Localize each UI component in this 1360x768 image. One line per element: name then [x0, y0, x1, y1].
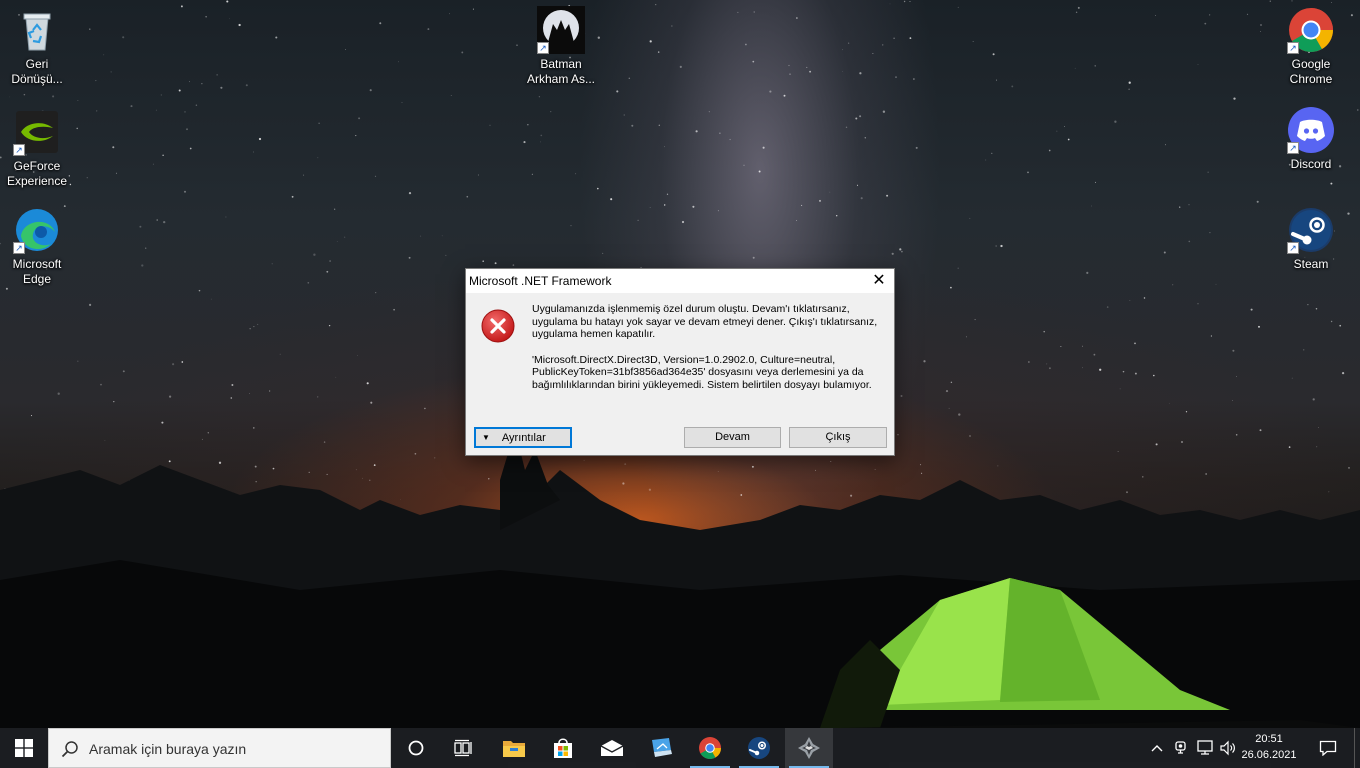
volume-icon: [1220, 740, 1235, 756]
file-explorer-icon: [503, 741, 525, 757]
shortcut-arrow-icon: ↗: [13, 144, 25, 156]
taskbar: Aramak için buraya yazın 20:51 26.06.202…: [0, 728, 1360, 768]
taskbar-batman[interactable]: [785, 728, 833, 768]
quit-button[interactable]: Çıkış: [789, 427, 887, 448]
webcam-icon: [1175, 741, 1186, 754]
details-button[interactable]: ▼ Ayrıntılar: [474, 427, 572, 448]
store-icon: [554, 738, 572, 758]
task-view-button[interactable]: [440, 728, 488, 768]
windows-start-icon: [15, 739, 33, 757]
chrome-icon: ↗: [1287, 6, 1335, 54]
dialog-title: Microsoft .NET Framework: [469, 274, 612, 288]
show-hidden-icons-button[interactable]: [1146, 728, 1168, 768]
desktop-icon-label: Steam: [1293, 257, 1329, 271]
shortcut-arrow-icon: ↗: [1287, 242, 1299, 254]
desktop-icon-label: Discord: [1290, 157, 1332, 171]
search-icon: [61, 741, 78, 758]
desktop-icon-steam[interactable]: ↗ Steam: [1274, 206, 1348, 272]
show-desktop-button[interactable]: [1354, 728, 1360, 768]
taskbar-store[interactable]: [539, 728, 587, 768]
dialog-message-paragraph: Uygulamanızda işlenmemiş özel durum oluş…: [532, 303, 878, 341]
details-button-label: Ayrıntılar: [501, 432, 546, 444]
mail-icon: [600, 740, 624, 756]
clock-date: 26.06.2021: [1241, 749, 1297, 761]
taskbar-mail[interactable]: [588, 728, 636, 768]
recycle-bin-icon: [13, 6, 61, 54]
dialog-message: Uygulamanızda işlenmemiş özel durum oluş…: [532, 303, 882, 405]
chrome-taskbar-icon: [699, 737, 721, 759]
batman-taskbar-icon: [798, 737, 820, 759]
taskbar-search-box[interactable]: Aramak için buraya yazın: [48, 728, 391, 768]
action-center-button[interactable]: [1312, 728, 1344, 768]
taskbar-network-app[interactable]: [637, 728, 685, 768]
mountain-silhouette: [0, 440, 1360, 728]
tray-network[interactable]: [1194, 728, 1216, 768]
desktop-icon-edge[interactable]: ↗ Microsoft Edge: [0, 206, 74, 287]
desktop-icon-chrome[interactable]: ↗ Google Chrome: [1274, 6, 1348, 87]
shortcut-arrow-icon: ↗: [1287, 142, 1299, 154]
continue-button[interactable]: Devam: [684, 427, 781, 448]
dotnet-error-dialog: Microsoft .NET Framework ✕ Uygulamanızda…: [465, 268, 895, 456]
desktop-icon-label: Google Chrome: [1289, 57, 1333, 86]
clock-time: 20:51: [1255, 733, 1283, 745]
shortcut-arrow-icon: ↗: [13, 242, 25, 254]
desktop-icon-recycle-bin[interactable]: Geri Dönüşü...: [0, 6, 74, 87]
cortana-button[interactable]: [392, 728, 440, 768]
close-icon[interactable]: ✕: [864, 269, 894, 293]
desktop-icon-label: Batman Arkham As...: [526, 57, 596, 86]
tray-volume[interactable]: [1217, 728, 1239, 768]
start-button[interactable]: [0, 728, 48, 768]
taskbar-steam[interactable]: [735, 728, 783, 768]
cortana-icon: [408, 740, 424, 756]
error-icon: [481, 309, 515, 343]
steam-icon: ↗: [1287, 206, 1335, 254]
edge-icon: ↗: [13, 206, 61, 254]
network-icon: [1197, 740, 1213, 755]
dialog-message-paragraph: 'Microsoft.DirectX.Direct3D, Version=1.0…: [532, 353, 872, 391]
desktop-icon-label: GeForce Experience: [6, 159, 68, 188]
notification-icon: [1319, 740, 1337, 756]
network-app-icon: [652, 738, 672, 757]
chevron-up-icon: [1151, 745, 1163, 752]
discord-icon: ↗: [1287, 106, 1335, 154]
shortcut-arrow-icon: ↗: [1287, 42, 1299, 54]
desktop-icon-label: Geri Dönüşü...: [11, 57, 63, 86]
taskbar-clock[interactable]: 20:51 26.06.2021: [1240, 731, 1298, 763]
desktop-icon-discord[interactable]: ↗ Discord: [1274, 106, 1348, 172]
desktop-icon-geforce[interactable]: ↗ GeForce Experience: [0, 108, 74, 189]
dialog-titlebar[interactable]: Microsoft .NET Framework ✕: [466, 269, 894, 293]
triangle-down-icon: ▼: [482, 433, 490, 442]
steam-taskbar-icon: [748, 737, 770, 759]
tray-webcam[interactable]: [1170, 728, 1192, 768]
geforce-icon: ↗: [13, 108, 61, 156]
taskbar-chrome[interactable]: [686, 728, 734, 768]
desktop-icon-batman[interactable]: ↗ Batman Arkham As...: [524, 6, 598, 87]
batman-icon: ↗: [537, 6, 585, 54]
search-placeholder: Aramak için buraya yazın: [89, 741, 247, 757]
task-view-icon: [454, 739, 472, 757]
taskbar-file-explorer[interactable]: [490, 728, 538, 768]
desktop-icon-label: Microsoft Edge: [12, 257, 62, 286]
shortcut-arrow-icon: ↗: [537, 42, 549, 54]
